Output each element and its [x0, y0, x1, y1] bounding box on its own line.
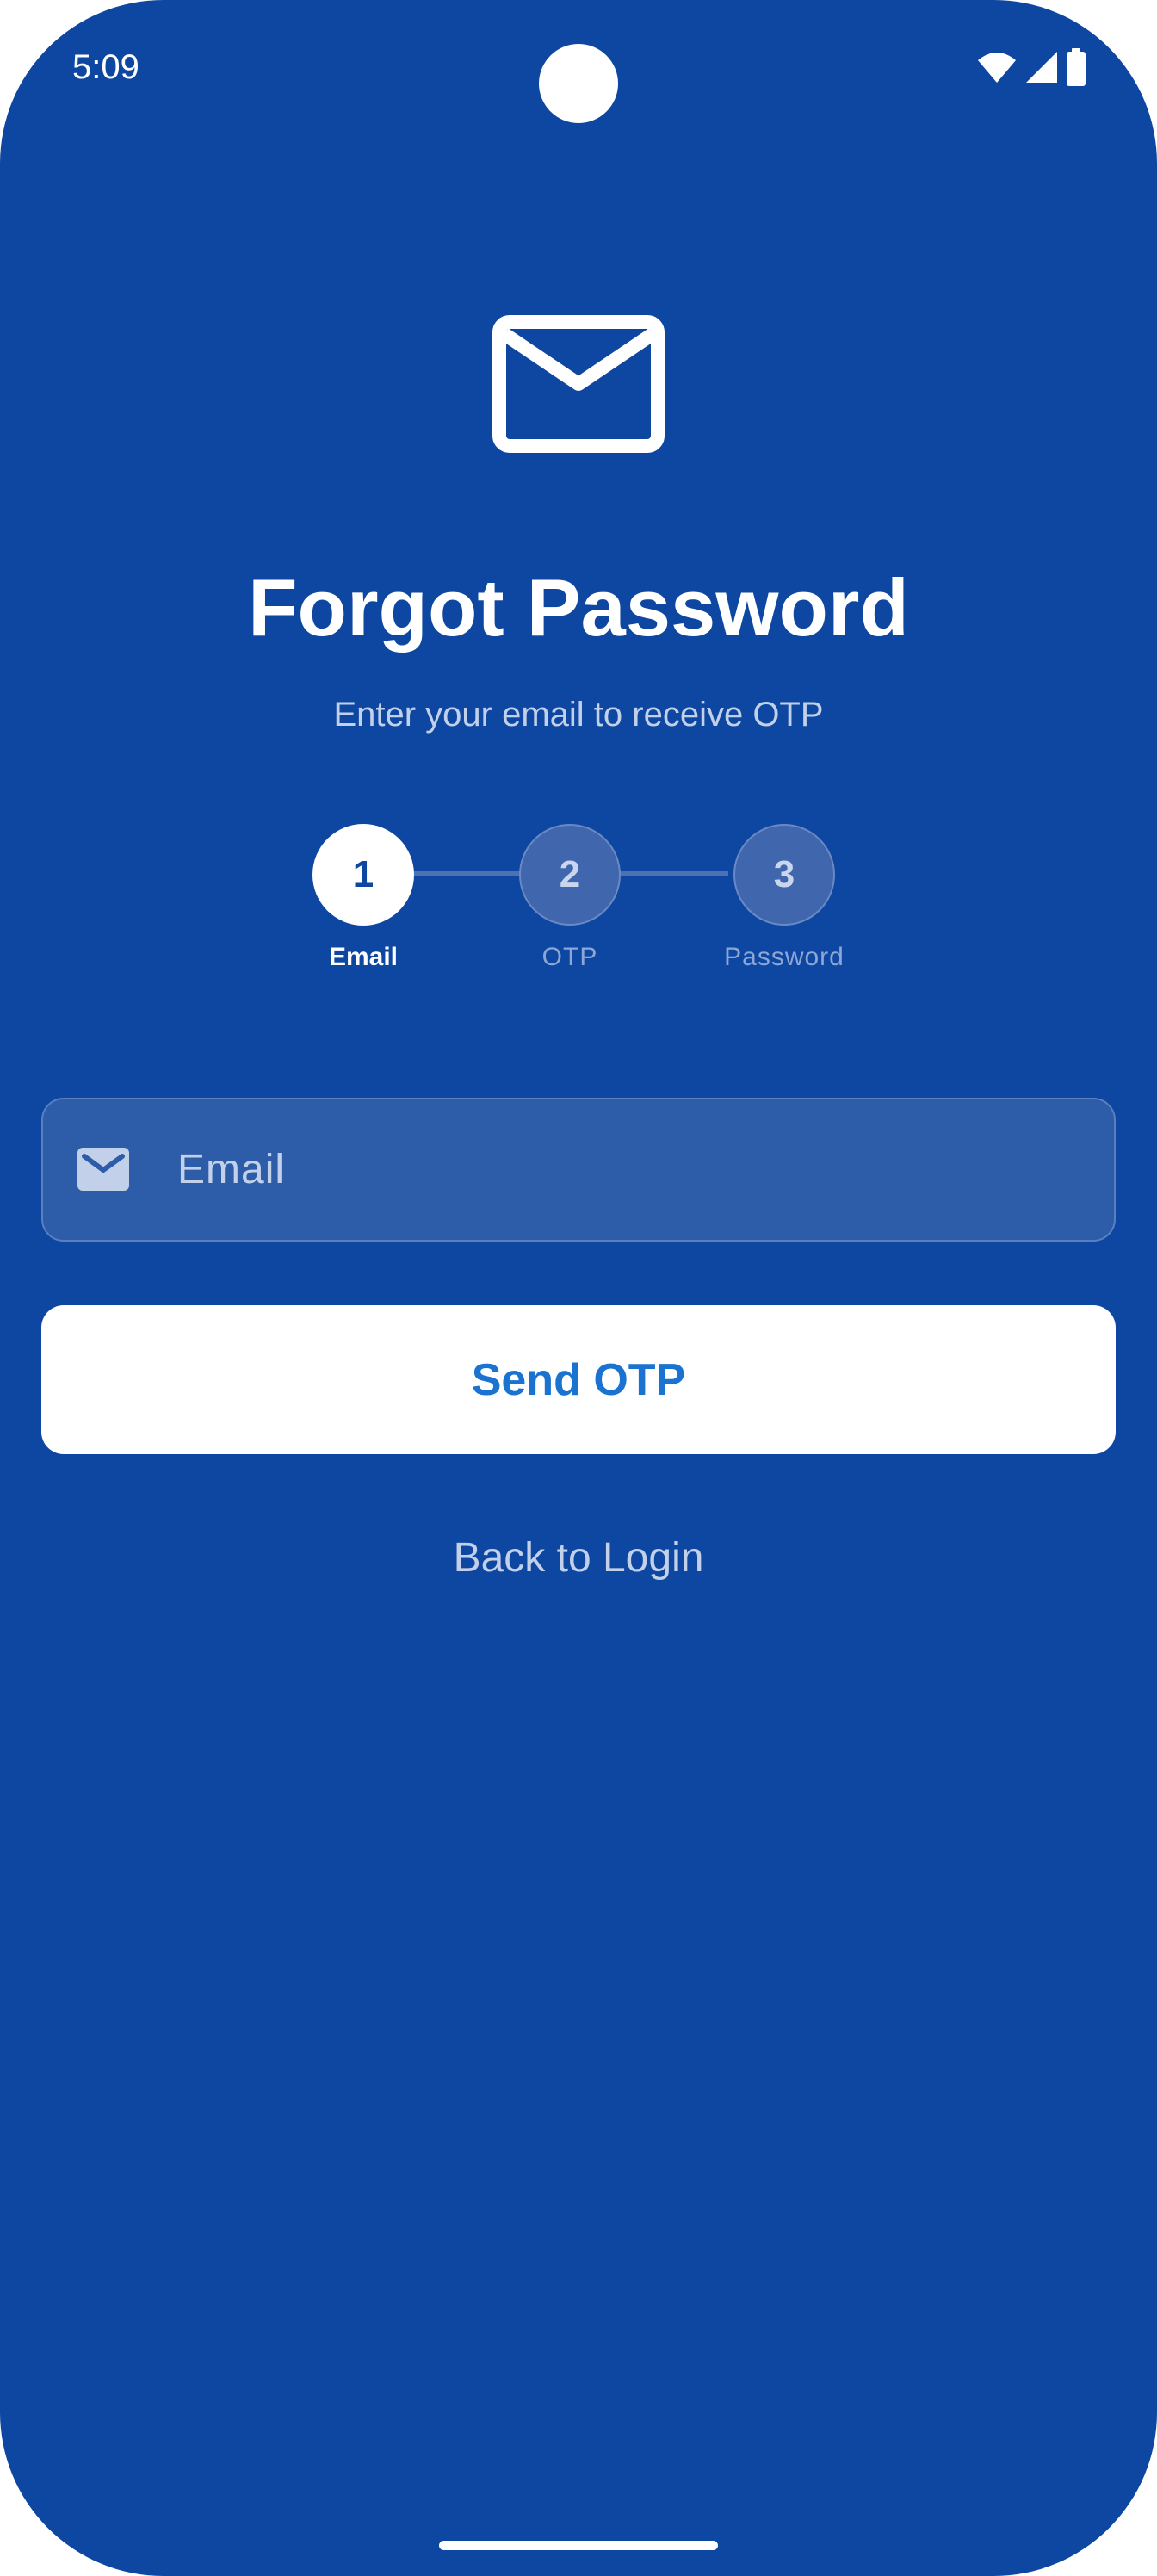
email-input[interactable] — [177, 1099, 1090, 1240]
email-field[interactable] — [41, 1098, 1116, 1242]
wifi-icon — [978, 53, 1016, 83]
battery-icon — [1067, 48, 1086, 86]
step-3-circle: 3 — [733, 824, 835, 926]
stepper-connector — [620, 871, 728, 876]
status-time: 5:09 — [72, 48, 139, 86]
envelope-icon — [77, 1148, 129, 1191]
step-1-circle: 1 — [312, 824, 414, 926]
app-screen: 5:09 Forgot Password Enter your email to… — [0, 0, 1157, 2576]
status-icons — [976, 48, 1086, 86]
back-to-login-link[interactable]: Back to Login — [0, 1531, 1157, 1586]
stepper-connector — [413, 871, 520, 876]
step-3-label: Password — [724, 943, 845, 971]
envelope-icon — [492, 315, 665, 453]
page-subtitle: Enter your email to receive OTP — [333, 696, 824, 734]
step-1-label: Email — [328, 943, 399, 971]
step-2-label: OTP — [541, 943, 598, 971]
step-2-circle: 2 — [519, 824, 621, 926]
cellular-signal-icon — [1026, 52, 1057, 83]
page-title: Forgot Password — [248, 562, 909, 653]
home-gesture-bar[interactable] — [439, 2541, 718, 2550]
send-otp-button[interactable]: Send OTP — [41, 1305, 1116, 1454]
front-camera — [539, 44, 618, 123]
